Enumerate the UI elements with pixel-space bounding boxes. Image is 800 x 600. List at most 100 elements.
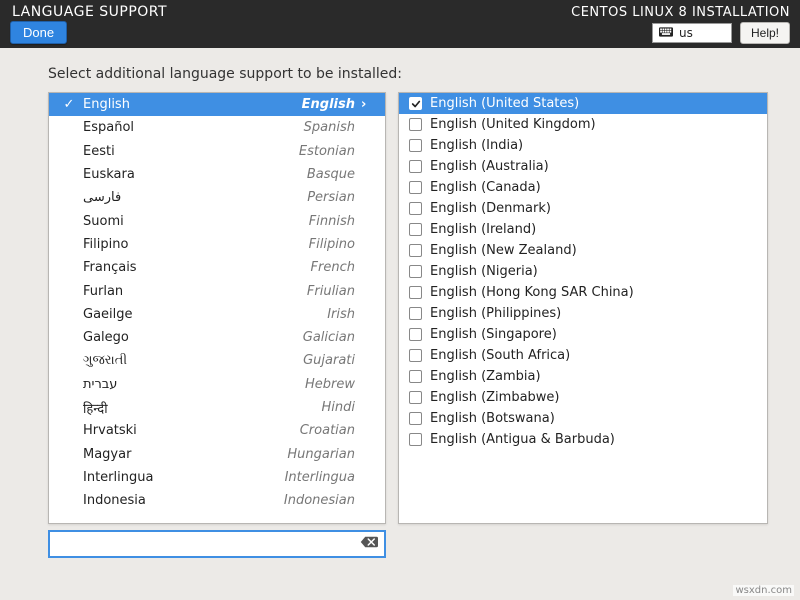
locale-label: English (South Africa): [430, 348, 570, 363]
locale-checkbox[interactable]: [409, 223, 422, 236]
language-row[interactable]: EuskaraBasque: [49, 163, 385, 186]
language-row[interactable]: FurlanFriulian: [49, 279, 385, 302]
header-bar: LANGUAGE SUPPORT Done CENTOS LINUX 8 INS…: [0, 0, 800, 48]
locale-row[interactable]: English (Nigeria): [399, 261, 767, 282]
locale-label: English (Zimbabwe): [430, 390, 560, 405]
locale-row[interactable]: English (New Zealand): [399, 240, 767, 261]
clear-search-icon[interactable]: [360, 535, 378, 553]
locale-checkbox[interactable]: [409, 244, 422, 257]
locale-checkbox[interactable]: [409, 307, 422, 320]
locale-row[interactable]: English (Botswana): [399, 408, 767, 429]
language-english-label: Irish: [327, 307, 361, 322]
locale-checkbox[interactable]: [409, 349, 422, 362]
language-row[interactable]: EestiEstonian: [49, 140, 385, 163]
language-row[interactable]: SuomiFinnish: [49, 209, 385, 232]
locale-checkbox[interactable]: [409, 412, 422, 425]
locale-row[interactable]: English (Philippines): [399, 303, 767, 324]
language-row[interactable]: HrvatskiCroatian: [49, 419, 385, 442]
language-english-label: Hebrew: [305, 377, 361, 392]
locale-row[interactable]: English (Canada): [399, 177, 767, 198]
locale-row[interactable]: English (India): [399, 135, 767, 156]
locale-checkbox[interactable]: [409, 160, 422, 173]
locale-checkbox[interactable]: [409, 328, 422, 341]
done-button[interactable]: Done: [10, 21, 67, 44]
locale-list[interactable]: English (United States) English (United K…: [399, 93, 767, 450]
language-english-label: Galician: [303, 330, 361, 345]
locale-row[interactable]: English (Australia): [399, 156, 767, 177]
panels-container: ✓EnglishEnglish›EspañolSpanishEestiEston…: [0, 92, 800, 524]
chevron-right-icon: ›: [361, 97, 375, 112]
language-row[interactable]: EspañolSpanish: [49, 116, 385, 139]
locale-checkbox[interactable]: [409, 286, 422, 299]
locale-row[interactable]: English (United Kingdom): [399, 114, 767, 135]
language-native-label: Eesti: [77, 144, 299, 159]
language-row[interactable]: فارسیPersian: [49, 186, 385, 209]
language-row[interactable]: GaeilgeIrish: [49, 303, 385, 326]
language-native-label: Español: [77, 120, 304, 135]
keyboard-layout-button[interactable]: us: [652, 23, 732, 43]
language-english-label: English: [302, 97, 361, 112]
language-list[interactable]: ✓EnglishEnglish›EspañolSpanishEestiEston…: [49, 93, 385, 523]
language-row[interactable]: ગુજરાતીGujarati: [49, 349, 385, 372]
locale-checkbox[interactable]: [409, 433, 422, 446]
language-native-label: Gaeilge: [77, 307, 327, 322]
language-row[interactable]: FilipinoFilipino: [49, 233, 385, 256]
locale-label: English (Zambia): [430, 369, 541, 384]
keyboard-icon: [659, 26, 673, 40]
locale-checkbox[interactable]: [409, 202, 422, 215]
locale-label: English (Hong Kong SAR China): [430, 285, 634, 300]
locale-checkbox[interactable]: [409, 97, 422, 110]
language-row[interactable]: MagyarHungarian: [49, 442, 385, 465]
locale-row[interactable]: English (Hong Kong SAR China): [399, 282, 767, 303]
locale-checkbox[interactable]: [409, 118, 422, 131]
page-title: LANGUAGE SUPPORT: [12, 4, 167, 20]
locale-row[interactable]: English (Denmark): [399, 198, 767, 219]
locale-row[interactable]: English (Zimbabwe): [399, 387, 767, 408]
language-english-label: Croatian: [300, 423, 361, 438]
language-row[interactable]: IndonesiaIndonesian: [49, 489, 385, 512]
language-row[interactable]: InterlinguaInterlingua: [49, 466, 385, 489]
locale-row[interactable]: English (Zambia): [399, 366, 767, 387]
locale-label: English (Antigua & Barbuda): [430, 432, 615, 447]
language-row[interactable]: हिन्दीHindi: [49, 396, 385, 419]
language-native-label: Galego: [77, 330, 303, 345]
language-native-label: हिन्दी: [77, 399, 322, 417]
locale-row[interactable]: English (Ireland): [399, 219, 767, 240]
search-container: [48, 530, 782, 558]
locale-label: English (Australia): [430, 159, 549, 174]
language-native-label: Furlan: [77, 284, 307, 299]
locale-label: English (United States): [430, 96, 579, 111]
locale-checkbox[interactable]: [409, 139, 422, 152]
language-row[interactable]: ✓EnglishEnglish›: [49, 93, 385, 116]
language-row[interactable]: FrançaisFrench: [49, 256, 385, 279]
search-box[interactable]: [48, 530, 386, 558]
locale-checkbox[interactable]: [409, 391, 422, 404]
language-english-label: Indonesian: [284, 493, 361, 508]
watermark: wsxdn.com: [733, 585, 794, 596]
language-row[interactable]: GalegoGalician: [49, 326, 385, 349]
locale-row[interactable]: English (Singapore): [399, 324, 767, 345]
locale-checkbox[interactable]: [409, 181, 422, 194]
locale-row[interactable]: English (Antigua & Barbuda): [399, 429, 767, 450]
language-english-label: Hungarian: [287, 447, 361, 462]
locale-row[interactable]: English (South Africa): [399, 345, 767, 366]
language-native-label: Suomi: [77, 214, 309, 229]
locale-checkbox[interactable]: [409, 265, 422, 278]
header-right: CENTOS LINUX 8 INSTALLATION us Help!: [571, 5, 790, 44]
language-english-label: Estonian: [299, 144, 361, 159]
locale-label: English (Canada): [430, 180, 541, 195]
locale-checkbox[interactable]: [409, 370, 422, 383]
language-native-label: Filipino: [77, 237, 309, 252]
check-icon: ✓: [61, 97, 77, 112]
language-english-label: Gujarati: [303, 353, 361, 368]
language-native-label: فارسی: [77, 190, 307, 205]
language-english-label: Basque: [307, 167, 361, 182]
language-row[interactable]: עבריתHebrew: [49, 373, 385, 396]
language-english-label: Persian: [307, 190, 361, 205]
locale-row[interactable]: English (United States): [399, 93, 767, 114]
search-input[interactable]: [56, 537, 360, 552]
help-button[interactable]: Help!: [740, 22, 790, 44]
language-native-label: ગુજરાતી: [77, 353, 303, 368]
language-native-label: עברית: [77, 377, 305, 392]
locale-label: English (Ireland): [430, 222, 536, 237]
